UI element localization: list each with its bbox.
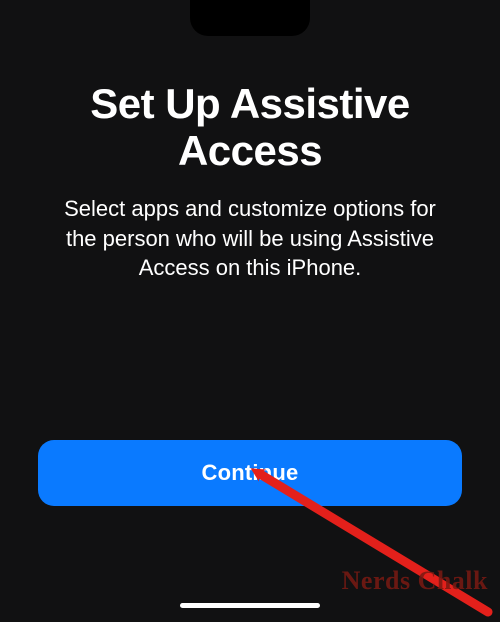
main-content: Set Up Assistive Access Select apps and …: [0, 80, 500, 283]
continue-button[interactable]: Continue: [38, 440, 462, 506]
continue-button-label: Continue: [202, 460, 299, 485]
watermark-text: Nerds Chalk: [342, 566, 488, 596]
device-notch: [190, 0, 310, 36]
page-title: Set Up Assistive Access: [38, 80, 462, 174]
page-description: Select apps and customize options for th…: [38, 194, 462, 283]
home-indicator[interactable]: [180, 603, 320, 608]
